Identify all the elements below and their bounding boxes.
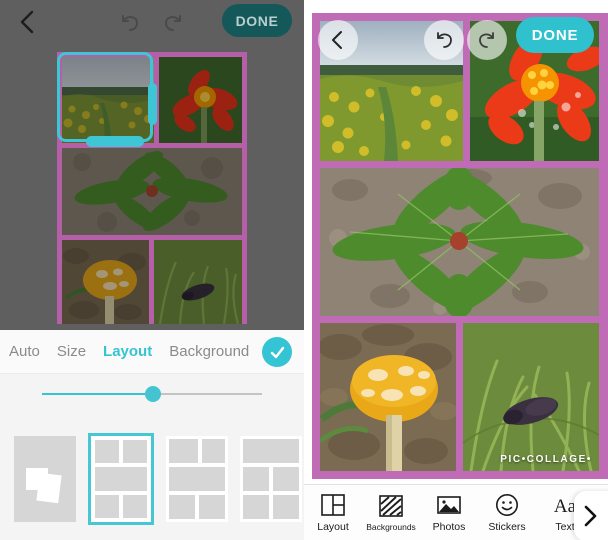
tab-size[interactable]: Size bbox=[57, 343, 86, 360]
right-editor-panel: PIC•COLLAGE• DONE Layout Backgrounds Pho… bbox=[304, 0, 608, 540]
tab-background[interactable]: Background bbox=[169, 343, 249, 360]
redo-button[interactable] bbox=[467, 20, 507, 60]
thumb-cell bbox=[243, 495, 269, 519]
undo-button[interactable] bbox=[424, 20, 464, 60]
thumb-grid bbox=[243, 439, 299, 519]
cell-selection-frame[interactable] bbox=[57, 52, 157, 147]
photo-green-leaves[interactable] bbox=[62, 148, 242, 235]
check-icon bbox=[270, 346, 284, 358]
chevron-left-icon bbox=[332, 31, 342, 49]
resize-handle-bottom[interactable] bbox=[86, 136, 144, 147]
confirm-button[interactable] bbox=[262, 337, 292, 367]
card-shape bbox=[36, 472, 62, 504]
thumb-row bbox=[243, 439, 299, 463]
photo-slug-grass[interactable] bbox=[463, 323, 599, 471]
thumb-row bbox=[95, 494, 147, 518]
thumb-grid bbox=[169, 439, 225, 519]
smiley-face-icon bbox=[496, 494, 518, 516]
toolbar-item-backgrounds[interactable]: Backgrounds bbox=[362, 493, 420, 532]
collage-row bbox=[320, 323, 600, 471]
toolbar-label: Layout bbox=[317, 521, 349, 533]
thumb-row bbox=[95, 467, 147, 491]
thumb-cell bbox=[95, 494, 119, 518]
thumb-row bbox=[169, 467, 225, 491]
spacing-slider[interactable] bbox=[0, 374, 304, 414]
redo-arrow-icon bbox=[164, 15, 181, 31]
collage-row bbox=[320, 168, 600, 316]
thumb-cell bbox=[95, 467, 147, 491]
thumb-cell bbox=[243, 467, 269, 491]
resize-handle-right[interactable] bbox=[148, 83, 157, 125]
toolbar-label: Text bbox=[555, 521, 575, 533]
collage-canvas[interactable]: PIC•COLLAGE• bbox=[312, 13, 608, 479]
thumb-cell bbox=[202, 439, 225, 463]
chevron-right-icon bbox=[584, 505, 597, 527]
thumb-cell bbox=[169, 439, 199, 463]
photo-mountain-icon bbox=[437, 496, 461, 514]
chevron-left-icon bbox=[20, 10, 34, 34]
redo-button[interactable] bbox=[158, 8, 188, 38]
watermark: PIC•COLLAGE• bbox=[500, 454, 592, 465]
tab-layout[interactable]: Layout bbox=[103, 343, 152, 360]
collage-row bbox=[62, 240, 242, 324]
toolbar-item-layout[interactable]: Layout bbox=[304, 492, 362, 533]
toolbar-label: Stickers bbox=[488, 521, 526, 533]
layout-2-1-2-alt[interactable] bbox=[166, 436, 228, 522]
redo-arrow-icon bbox=[479, 32, 494, 48]
bottom-toolbar: Layout Backgrounds Photos Stickers Aa Te… bbox=[304, 484, 608, 540]
thumb-cell bbox=[199, 495, 225, 519]
done-button-label: DONE bbox=[235, 12, 279, 29]
left-topbar: DONE bbox=[0, 0, 304, 44]
done-button[interactable]: DONE bbox=[222, 4, 292, 37]
thumb-cell bbox=[169, 495, 195, 519]
thumb-row bbox=[169, 495, 225, 519]
thumb-cell bbox=[123, 494, 147, 518]
layout-2-1-2[interactable] bbox=[88, 433, 154, 525]
photo-yellow-mushroom[interactable] bbox=[320, 323, 456, 471]
back-button[interactable] bbox=[12, 6, 44, 38]
thumb-cell bbox=[95, 440, 119, 464]
thumb-row bbox=[243, 495, 299, 519]
toolbar-label: Backgrounds bbox=[366, 522, 416, 532]
undo-arrow-icon bbox=[122, 15, 139, 31]
slider-fill bbox=[42, 393, 152, 395]
layout-thumbnail-list[interactable] bbox=[0, 418, 304, 540]
thumb-cell bbox=[273, 467, 299, 491]
screen: DONE Auto Size Layout Background PIC•COL… bbox=[0, 0, 608, 540]
thumb-grid bbox=[95, 440, 147, 518]
left-editor-panel: DONE Auto Size Layout Background bbox=[0, 0, 304, 540]
layout-grid-icon bbox=[321, 494, 345, 516]
thumb-cell bbox=[243, 439, 299, 463]
toolbar-label: Photos bbox=[432, 521, 466, 533]
done-button-label: DONE bbox=[531, 26, 579, 44]
editor-tabs: Auto Size Layout Background bbox=[0, 330, 304, 374]
done-button[interactable]: DONE bbox=[516, 17, 594, 53]
tab-auto[interactable]: Auto bbox=[9, 343, 40, 360]
thumb-row bbox=[169, 439, 225, 463]
back-button[interactable] bbox=[318, 20, 358, 60]
photo-slug-grass[interactable] bbox=[154, 240, 242, 324]
toolbar-item-photos[interactable]: Photos bbox=[420, 492, 478, 533]
undo-button[interactable] bbox=[115, 8, 145, 38]
more-tools-button[interactable] bbox=[574, 491, 608, 540]
toolbar-item-stickers[interactable]: Stickers bbox=[478, 492, 536, 533]
diagonal-stripes-icon bbox=[379, 495, 403, 517]
undo-arrow-icon bbox=[437, 32, 452, 48]
photo-green-leaves[interactable] bbox=[320, 168, 599, 316]
thumb-row bbox=[95, 440, 147, 464]
layout-freeform[interactable] bbox=[14, 436, 76, 522]
thumb-cell bbox=[169, 467, 225, 491]
layout-1-2-2[interactable] bbox=[240, 436, 302, 522]
photo-red-flower[interactable] bbox=[159, 57, 242, 143]
photo-yellow-mushroom[interactable] bbox=[62, 240, 149, 324]
thumb-row bbox=[243, 467, 299, 491]
editor-bottom-sheet: Auto Size Layout Background bbox=[0, 330, 304, 540]
collage-row bbox=[62, 148, 242, 235]
thumb-cell bbox=[273, 495, 299, 519]
slider-thumb[interactable] bbox=[145, 386, 161, 402]
thumb-cell bbox=[123, 440, 147, 464]
